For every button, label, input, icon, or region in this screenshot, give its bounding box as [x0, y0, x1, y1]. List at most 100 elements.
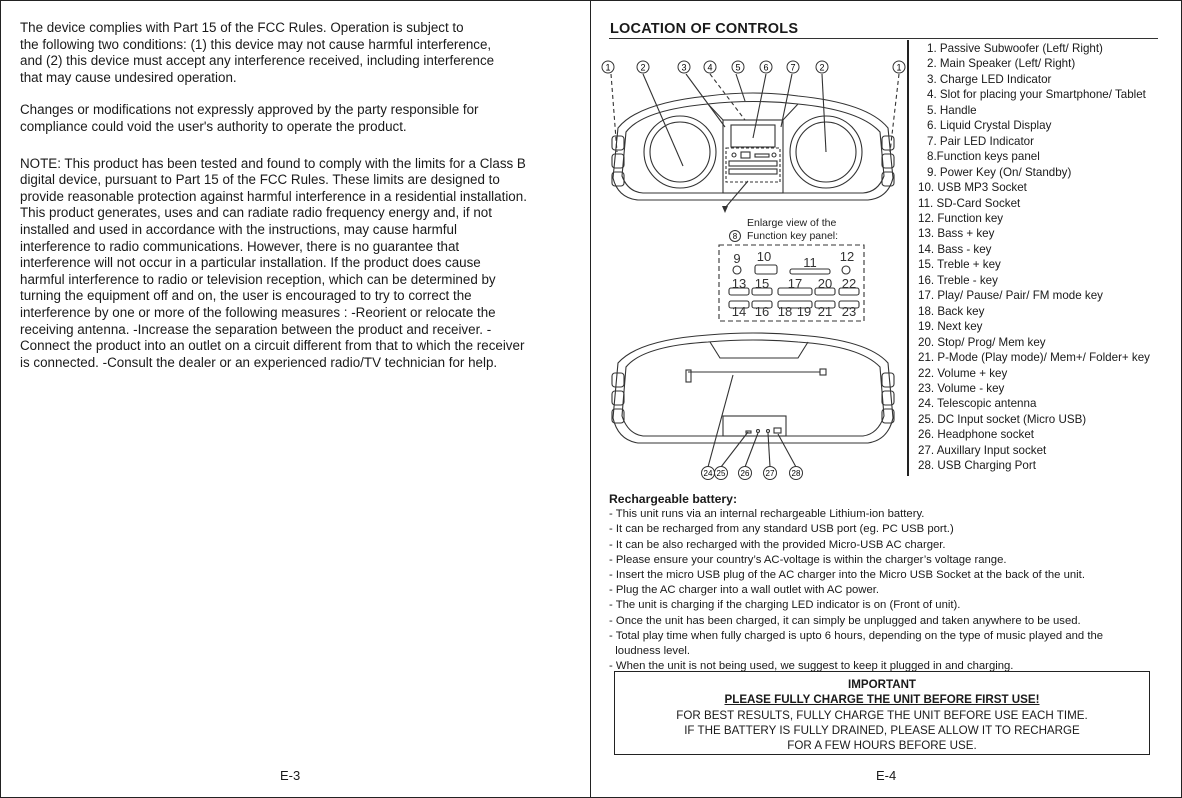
svg-text:3: 3	[681, 63, 686, 73]
front-view-illustration	[611, 92, 895, 201]
legend-item: 23. Volume - key	[918, 381, 1005, 395]
legend-item: 1. Passive Subwoofer (Left/ Right)	[927, 42, 1103, 55]
fcc-note-paragraph: NOTE: This product has been tested and f…	[20, 155, 527, 370]
important-line-1: FOR BEST RESULTS, FULLY CHARGE THE UNIT …	[676, 708, 1088, 722]
svg-text:1: 1	[896, 63, 901, 73]
battery-section: Rechargeable battery: - This unit runs v…	[609, 492, 1103, 674]
battery-item: - Please ensure your country’s AC-voltag…	[609, 553, 1007, 566]
panel-label-20: 20	[818, 276, 832, 291]
callout-1-right: 1	[892, 60, 906, 74]
panel-label-18: 18	[778, 304, 792, 319]
callout-8: 8	[733, 232, 738, 241]
panel-label-14: 14	[732, 304, 746, 319]
svg-text:1: 1	[605, 63, 610, 73]
panel-label-15: 15	[755, 276, 769, 291]
panel-label-10: 10	[757, 249, 771, 264]
svg-text:24: 24	[704, 469, 713, 478]
modifications-warning-paragraph: Changes or modifications not expressly a…	[20, 102, 479, 134]
back-view-illustration	[611, 332, 895, 468]
legend-item: 10. USB MP3 Socket	[918, 181, 1027, 195]
panel-label-22: 22	[842, 276, 856, 291]
important-line-2: IF THE BATTERY IS FULLY DRAINED, PLEASE …	[684, 723, 1080, 737]
legend-item: 16. Treble - key	[918, 273, 998, 287]
svg-text:28: 28	[792, 469, 801, 478]
fcc-statement: The device complies with Part 15 of the …	[20, 20, 580, 387]
battery-item: - Once the unit has been charged, it can…	[609, 614, 1081, 627]
svg-text:27: 27	[766, 469, 775, 478]
legend-item: 24. Telescopic antenna	[918, 397, 1037, 411]
battery-item: - This unit runs via an internal recharg…	[609, 508, 925, 521]
svg-text:4: 4	[707, 63, 712, 73]
callout-24: 24	[701, 466, 715, 480]
legend-item: 7. Pair LED Indicator	[927, 134, 1034, 148]
important-title: IMPORTANT	[847, 678, 917, 691]
legend-item: 8.Function keys panel	[927, 150, 1040, 164]
legend-item: 25. DC Input socket (Micro USB)	[918, 412, 1087, 426]
title-underline	[609, 38, 1158, 39]
svg-text:7: 7	[790, 63, 795, 73]
legend-item: 6. Liquid Crystal Display	[927, 119, 1052, 133]
page-divider	[590, 0, 591, 798]
important-subtitle: PLEASE FULLY CHARGE THE UNIT BEFORE FIRS…	[724, 693, 1040, 707]
callout-2-right: 2	[815, 60, 829, 74]
battery-item: - Insert the micro USB plug of the AC ch…	[609, 569, 1085, 582]
section-title: LOCATION OF CONTROLS	[610, 21, 799, 37]
svg-text:2: 2	[819, 63, 824, 73]
svg-text:26: 26	[741, 469, 750, 478]
panel-label-9: 9	[733, 251, 740, 266]
battery-item: - The unit is charging if the charging L…	[609, 599, 961, 612]
legend-item: 4. Slot for placing your Smartphone/ Tab…	[927, 88, 1146, 102]
legend-item: 15. Treble + key	[918, 258, 1001, 272]
legend-item: 11. SD-Card Socket	[918, 196, 1021, 210]
legend-item: 5. Handle	[927, 103, 977, 117]
legend-item: 13. Bass + key	[918, 227, 995, 241]
legend-item: 20. Stop/ Prog/ Mem key	[918, 335, 1046, 349]
panel-label-12: 12	[840, 249, 854, 264]
boombox-diagram: 1 2 3 4 5 6 7 2 1 Enlarge view of the 8 …	[601, 60, 906, 480]
legend-item: 14. Bass - key	[918, 242, 992, 256]
panel-label-19: 19	[797, 304, 811, 319]
legend-item: 17. Play/ Pause/ Pair/ FM mode key	[918, 289, 1103, 303]
svg-text:25: 25	[717, 469, 726, 478]
battery-item: - It can be recharged from any standard …	[609, 523, 954, 536]
page-number-left: E-3	[280, 768, 301, 783]
panel-label-17: 17	[788, 276, 802, 291]
front-callout-leaders	[610, 73, 900, 209]
important-notice-box: IMPORTANT PLEASE FULLY CHARGE THE UNIT B…	[614, 671, 1150, 755]
svg-text:6: 6	[763, 63, 768, 73]
callout-7: 7	[786, 60, 800, 74]
important-line-3: FOR A FEW HOURS BEFORE USE.	[787, 739, 977, 753]
callout-27: 27	[763, 466, 777, 480]
callout-4: 4	[703, 60, 717, 74]
legend-item: 12. Function key	[918, 211, 1004, 225]
page-number-right: E-4	[876, 768, 897, 783]
callout-1-left: 1	[601, 60, 615, 74]
enlarge-caption: Enlarge view of the 8 Function key panel…	[722, 206, 838, 242]
battery-item: - It can be also recharged with the prov…	[609, 538, 946, 551]
panel-label-16: 16	[755, 304, 769, 319]
svg-text:5: 5	[735, 63, 740, 73]
legend-item: 2. Main Speaker (Left/ Right)	[927, 57, 1076, 71]
enlarge-caption-line2: Function key panel:	[747, 230, 838, 242]
legend-item: 21. P-Mode (Play mode)/ Mem+/ Folder+ ke…	[918, 351, 1150, 365]
battery-item: loudness level.	[609, 645, 691, 658]
battery-item: - Plug the AC charger into a wall outlet…	[609, 584, 880, 597]
callout-6: 6	[759, 60, 773, 74]
panel-label-21: 21	[818, 304, 832, 319]
callout-3: 3	[677, 60, 691, 74]
fcc-compliance-paragraph: The device complies with Part 15 of the …	[20, 20, 495, 85]
legend-item: 9. Power Key (On/ Standby)	[927, 165, 1072, 179]
legend-item: 22. Volume + key	[918, 366, 1008, 380]
battery-heading: Rechargeable battery:	[609, 492, 738, 506]
legend-item: 3. Charge LED Indicator	[927, 72, 1052, 86]
callout-25: 25	[714, 466, 728, 480]
callout-5: 5	[731, 60, 745, 74]
panel-label-11: 11	[803, 255, 817, 270]
panel-label-13: 13	[732, 276, 746, 291]
legend-item: 28. USB Charging Port	[918, 459, 1036, 473]
legend-item: 19. Next key	[918, 320, 983, 334]
controls-legend: 1. Passive Subwoofer (Left/ Right) 2. Ma…	[918, 41, 1150, 474]
svg-text:2: 2	[640, 63, 645, 73]
legend-item: 27. Auxillary Input socket	[918, 443, 1047, 457]
back-callouts: 24 25 26 27 28	[701, 466, 803, 480]
